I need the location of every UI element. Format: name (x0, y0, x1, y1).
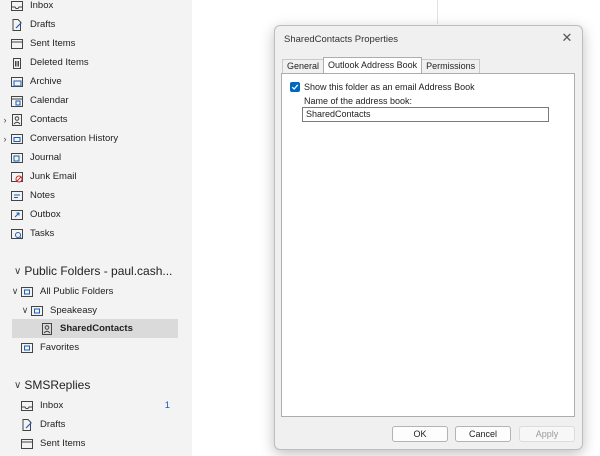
folder-label: Junk Email (30, 171, 77, 182)
show-address-book-checkbox[interactable] (290, 82, 300, 92)
folder-item-sharedcontacts[interactable]: SharedContacts (12, 319, 178, 338)
folder-item-journal[interactable]: Journal (0, 148, 180, 167)
chevron-right-icon[interactable]: › (0, 115, 10, 125)
public-folder-icon (30, 305, 43, 317)
inbox-icon (20, 400, 33, 412)
unread-count-badge: 1 (164, 400, 170, 411)
apply-button[interactable]: Apply (519, 426, 575, 442)
ok-button[interactable]: OK (392, 426, 448, 442)
folder-item-sms-drafts[interactable]: Drafts (0, 415, 180, 434)
contacts-icon (40, 322, 53, 335)
drafts-icon (10, 18, 23, 31)
folder-label: Deleted Items (30, 57, 89, 68)
folder-label: Favorites (40, 342, 80, 353)
checkbox-label: Show this folder as an email Address Boo… (304, 82, 475, 92)
conversation-history-icon (10, 133, 23, 145)
folder-item-sent-items[interactable]: Sent Items (0, 34, 180, 53)
folder-item-all-public-folders[interactable]: ∨ All Public Folders (0, 282, 180, 301)
public-folder-icon (20, 342, 33, 354)
folder-item-junk-email[interactable]: Junk Email (0, 167, 180, 186)
folder-label: Notes (30, 190, 55, 201)
junk-email-icon (10, 171, 23, 183)
tab-panel: Show this folder as an email Address Boo… (281, 73, 575, 417)
inbox-icon (10, 0, 23, 12)
drafts-icon (20, 418, 33, 431)
folder-item-tasks[interactable]: Tasks (0, 224, 180, 243)
folder-label: Archive (30, 76, 62, 87)
column-divider (437, 0, 438, 24)
tasks-icon (10, 228, 23, 240)
properties-dialog: SharedContacts Properties ✕ General Outl… (274, 25, 583, 450)
folder-label: Outbox (30, 209, 61, 220)
folder-item-calendar[interactable]: Calendar (0, 91, 180, 110)
journal-icon (10, 152, 23, 164)
folder-item-favorites[interactable]: Favorites (0, 338, 180, 357)
folder-item-sms-sent-items[interactable]: Sent Items (0, 434, 180, 453)
sent-items-icon (10, 38, 23, 50)
outbox-icon (10, 209, 23, 221)
address-book-name-input[interactable]: SharedContacts (302, 107, 549, 122)
folder-item-drafts[interactable]: Drafts (0, 15, 180, 34)
cancel-button[interactable]: Cancel (455, 426, 511, 442)
folder-label: Sent Items (30, 38, 76, 49)
notes-icon (10, 190, 23, 202)
folder-item-conversation-history[interactable]: › Conversation History (0, 129, 180, 148)
chevron-down-icon[interactable]: ∨ (14, 380, 21, 391)
folder-label: Conversation History (30, 133, 119, 144)
chevron-down-icon[interactable]: ∨ (10, 286, 20, 297)
folder-item-notes[interactable]: Notes (0, 186, 180, 205)
folder-label: Journal (30, 152, 62, 163)
public-folder-icon (20, 286, 33, 298)
folder-label: SharedContacts (60, 323, 133, 334)
checkmark-icon (291, 84, 299, 90)
section-header-label: SMSReplies (24, 378, 91, 392)
folder-item-inbox[interactable]: Inbox (0, 0, 180, 15)
show-address-book-checkbox-row[interactable]: Show this folder as an email Address Boo… (290, 82, 475, 92)
tab-permissions[interactable]: Permissions (421, 59, 481, 73)
folder-item-deleted-items[interactable]: Deleted Items (0, 53, 180, 72)
close-icon[interactable]: ✕ (560, 31, 574, 45)
folder-pane: Inbox Drafts Sent Items Deleted Items Ar… (0, 0, 192, 456)
folder-label: All Public Folders (40, 286, 114, 297)
folder-label: Drafts (40, 419, 66, 430)
section-header-label: Public Folders - paul.cash... (24, 264, 173, 278)
tab-outlook-address-book[interactable]: Outlook Address Book (323, 57, 423, 73)
folder-label: Calendar (30, 95, 69, 106)
contacts-icon (10, 113, 23, 126)
folder-item-sms-inbox[interactable]: Inbox 1 (0, 396, 180, 415)
chevron-down-icon[interactable]: ∨ (20, 305, 30, 316)
folder-label: Drafts (30, 19, 56, 30)
dialog-tabs: General Outlook Address Book Permissions (282, 57, 481, 73)
folder-label: Inbox (40, 400, 64, 411)
calendar-icon (10, 95, 23, 107)
chevron-down-icon[interactable]: ∨ (14, 266, 21, 277)
folder-item-archive[interactable]: Archive (0, 72, 180, 91)
section-public-folders[interactable]: ∨ Public Folders - paul.cash... (14, 264, 172, 278)
folder-label: Inbox (30, 0, 54, 11)
dialog-title: SharedContacts Properties (284, 34, 399, 45)
address-book-name-label: Name of the address book: (304, 96, 413, 106)
folder-item-outbox[interactable]: Outbox (0, 205, 180, 224)
chevron-right-icon[interactable]: › (0, 134, 10, 144)
archive-icon (10, 76, 23, 88)
section-smsreplies[interactable]: ∨ SMSReplies (14, 378, 90, 392)
folder-item-speakeasy[interactable]: ∨ Speakeasy (0, 301, 180, 320)
folder-label: Speakeasy (50, 305, 98, 316)
tab-general[interactable]: General (282, 59, 325, 73)
folder-label: Contacts (30, 114, 68, 125)
trash-icon (10, 57, 23, 69)
folder-label: Sent Items (40, 438, 86, 449)
folder-label: Tasks (30, 228, 55, 239)
sent-items-icon (20, 438, 33, 450)
folder-item-contacts[interactable]: › Contacts (0, 110, 180, 129)
